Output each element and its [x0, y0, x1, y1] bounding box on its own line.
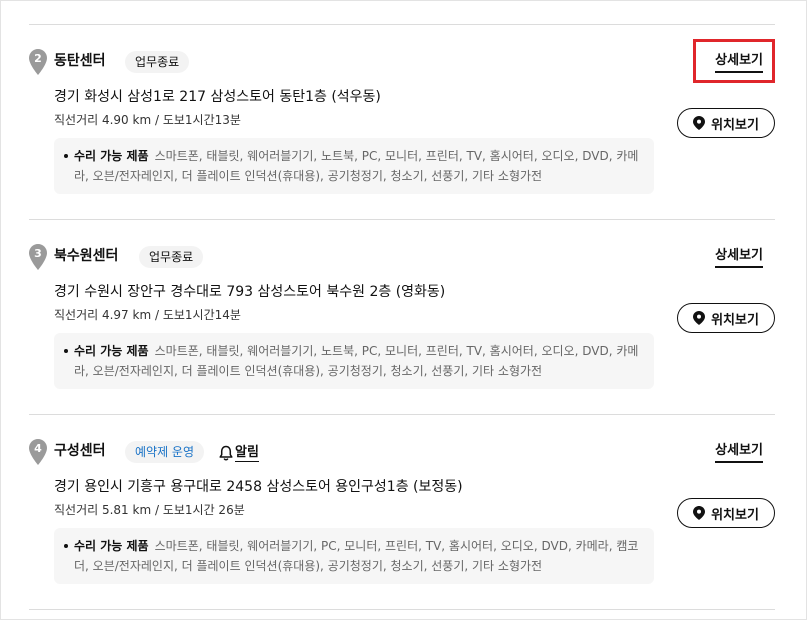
- detail-link[interactable]: 상세보기: [715, 52, 763, 73]
- pin-number: 3: [34, 247, 42, 260]
- repair-items: 스마트폰, 태블릿, 웨어러블기기, PC, 모니터, 프린터, TV, 홈시어…: [74, 539, 639, 573]
- center-name: 북수원센터: [54, 248, 119, 264]
- center-name: 구성센터: [54, 443, 106, 459]
- center-card-dongtan: 2 동탄센터 업무종료 상세보기 경기 화성시 삼성1로 217 삼성스토어 동…: [29, 24, 775, 219]
- service-center-list: 2 동탄센터 업무종료 상세보기 경기 화성시 삼성1로 217 삼성스토어 동…: [29, 24, 775, 610]
- alarm-label: 알림: [235, 444, 259, 462]
- detail-link[interactable]: 상세보기: [715, 247, 763, 268]
- bell-icon: [219, 445, 233, 461]
- location-button[interactable]: 위치보기: [677, 303, 775, 333]
- center-distance: 직선거리 4.97 km / 도보1시간14분: [54, 308, 241, 322]
- location-button-label: 위치보기: [711, 117, 759, 133]
- center-address: 경기 화성시 삼성1로 217 삼성스토어 동탄1층 (석우동): [54, 89, 381, 105]
- repair-items: 스마트폰, 태블릿, 웨어러블기기, 노트북, PC, 모니터, 프린터, TV…: [74, 149, 639, 183]
- status-badge: 업무종료: [125, 51, 190, 73]
- map-pin-icon: 3: [29, 244, 47, 270]
- location-button-label: 위치보기: [711, 507, 759, 523]
- center-address: 경기 용인시 기흥구 용구대로 2458 삼성스토어 용인구성1층 (보정동): [54, 479, 463, 495]
- center-distance: 직선거리 4.90 km / 도보1시간13분: [54, 113, 241, 127]
- repair-items: 스마트폰, 태블릿, 웨어러블기기, 노트북, PC, 모니터, 프린터, TV…: [74, 344, 639, 378]
- center-card-guseong: 4 구성센터 예약제 운영 알림 상세보기 경기 용인시 기흥구 용구대로 24…: [29, 414, 775, 610]
- center-distance: 직선거리 5.81 km / 도보1시간 26분: [54, 503, 245, 517]
- alarm-toggle[interactable]: 알림: [219, 443, 259, 463]
- map-pin-icon: 4: [29, 439, 47, 465]
- repair-label: 수리 가능 제품: [74, 539, 149, 553]
- center-name: 동탄센터: [54, 53, 106, 69]
- location-marker-icon: [693, 311, 706, 325]
- repair-label: 수리 가능 제품: [74, 149, 149, 163]
- bullet-dot: [64, 154, 68, 158]
- repair-products-box: 수리 가능 제품 스마트폰, 태블릿, 웨어러블기기, 노트북, PC, 모니터,…: [54, 333, 654, 389]
- location-button[interactable]: 위치보기: [677, 108, 775, 138]
- location-marker-icon: [693, 506, 706, 520]
- center-card-bukwon: 3 북수원센터 업무종료 상세보기 경기 수원시 장안구 경수대로 793 삼성…: [29, 219, 775, 414]
- map-pin-icon: 2: [29, 49, 47, 75]
- bullet-dot: [64, 349, 68, 353]
- location-marker-icon: [693, 116, 706, 130]
- repair-label: 수리 가능 제품: [74, 344, 149, 358]
- location-button[interactable]: 위치보기: [677, 498, 775, 528]
- location-button-label: 위치보기: [711, 312, 759, 328]
- pin-number: 4: [34, 442, 42, 455]
- pin-number: 2: [34, 52, 42, 65]
- bullet-dot: [64, 544, 68, 548]
- repair-products-box: 수리 가능 제품 스마트폰, 태블릿, 웨어러블기기, 노트북, PC, 모니터,…: [54, 138, 654, 194]
- detail-link[interactable]: 상세보기: [715, 442, 763, 463]
- reservation-badge: 예약제 운영: [125, 441, 205, 463]
- repair-products-box: 수리 가능 제품 스마트폰, 태블릿, 웨어러블기기, PC, 모니터, 프린터,…: [54, 528, 654, 584]
- status-badge: 업무종료: [139, 246, 204, 268]
- center-address: 경기 수원시 장안구 경수대로 793 삼성스토어 북수원 2층 (영화동): [54, 284, 446, 300]
